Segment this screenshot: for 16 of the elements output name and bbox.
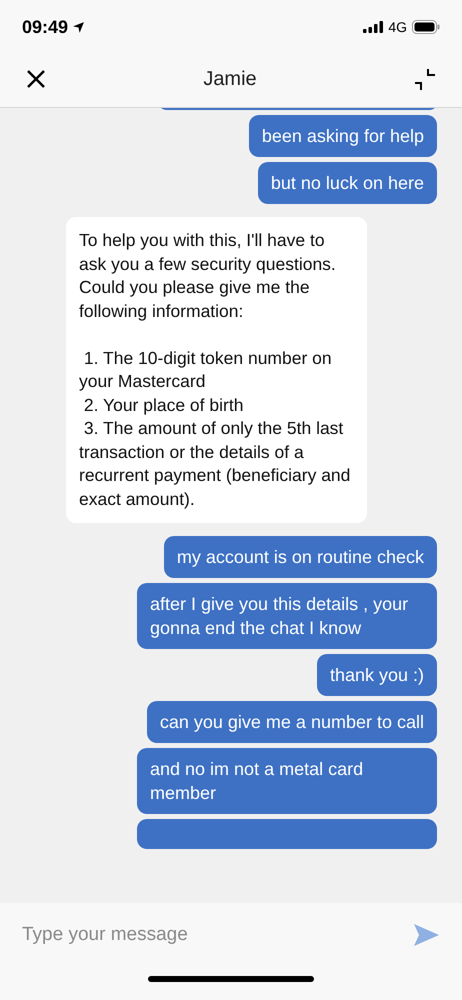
network-label: 4G [388,18,407,36]
sent-message: can you give me a number to call [146,701,437,743]
minimize-button[interactable] [412,66,437,90]
chat-title: Jamie [203,66,257,92]
status-time: 09:49 [22,16,68,38]
sent-message: but no luck on here [258,162,437,204]
sent-message: my account is on routine check [164,536,437,578]
sent-message: and no im not a metal card member [137,748,437,814]
sent-message: been asking for help [248,115,437,157]
sent-message: thank you :) [316,654,437,696]
sent-message: after I give you this details , your gonna end the chat I know [137,583,437,649]
received-message: To help you with this, I'll have to ask you a few security questions. Could you please give me the following information: 1. The 10-digit token number on your Mastercard 2. Your place of birth 3. The amount of only the 5th last transaction or the details of a recurrent payment (beneficiary and exact amount). [66,217,367,523]
close-button[interactable] [25,68,47,90]
battery-icon [412,20,440,34]
location-arrow-icon [72,20,86,34]
signal-icon [363,21,384,33]
